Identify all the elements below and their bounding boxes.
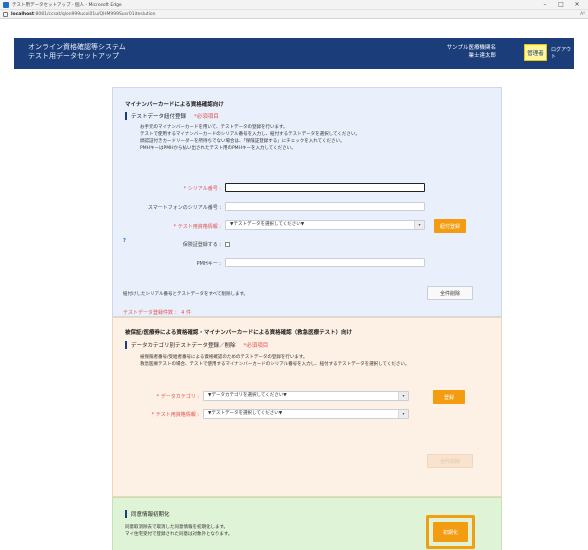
section-insurance-card: 被保証/医療券による資格確認・マイナンバーカードによる資格確認（救急医療テスト）… xyxy=(112,317,502,497)
role-badge: 管理者 xyxy=(524,44,547,61)
subsection-title: テストデータ紐付登録 *必須項目 xyxy=(125,112,219,120)
section-title: 被保証/医療券による資格確認・マイナンバーカードによる資格確認（救急医療テスト）… xyxy=(125,330,353,336)
subsection-title: データカテゴリ別テストデータ登録／削除 *必須項目 xyxy=(125,341,268,349)
test-data-select[interactable]: ▼テストデータを選択してください▼ ▾ xyxy=(203,409,409,419)
address-bar[interactable]: localhost:8081/ccsat/qlon999ucoi01u/QHM9… xyxy=(0,10,588,19)
browser-titlebar: テスト用データセットアップ - 個人 - Microsoft Edge – □ … xyxy=(0,0,588,10)
window-title: テスト用データセットアップ - 個人 - Microsoft Edge xyxy=(12,2,122,8)
pmh-key-input[interactable] xyxy=(225,258,425,267)
maximize-icon[interactable]: □ xyxy=(553,0,569,10)
edge-icon xyxy=(3,1,9,8)
test-data-label: * テスト用資格情報 : xyxy=(151,412,199,418)
delete-all-button[interactable]: 全件削除 xyxy=(427,286,473,300)
consent-reset-button[interactable]: 初期化 xyxy=(433,522,468,542)
app-header: オンライン資格確認等システム テスト用データセットアップ サンプル医療機関名 業… xyxy=(14,38,574,69)
serial-number-label: * シリアル番号 : xyxy=(183,186,221,192)
organization-name: サンプル医療機関名 業士達太郎 xyxy=(446,45,496,59)
test-data-select[interactable]: ▼テストデータを選択してください▼ ▾ xyxy=(225,220,425,230)
insurance-register-checkbox[interactable] xyxy=(225,242,230,247)
section-description: お手元のマイナンバーカードを用いて、テストデータの登録を行います。 テストで使用… xyxy=(140,125,360,151)
section-description: 被保険者番号/受給者番号による資格確認のためのテストデータの登録を行います。 救… xyxy=(140,355,410,367)
smartphone-serial-input[interactable] xyxy=(225,202,425,211)
subsection-title: 同意情報初期化 xyxy=(125,510,170,518)
url-text[interactable]: localhost:8081/ccsat/qlon999ucoi01u/QHM9… xyxy=(11,12,580,17)
minimize-icon[interactable]: – xyxy=(537,0,553,10)
registered-count: テストデータ登録件数 ： 4 件 xyxy=(123,310,191,316)
chevron-down-icon: ▾ xyxy=(414,221,424,229)
section-mynumber-card: マイナンバーカードによる資格確認向け テストデータ紐付登録 *必須項目 お手元のマ… xyxy=(112,87,502,317)
delete-all-note: 紐付けしたシリアル番号とテストデータをすべて削除します。 xyxy=(123,292,249,297)
section-description: 同意取消除去で取消した同意情報を初期化します。 マイ住宅受付で登録された同意は対… xyxy=(125,525,233,537)
category-register-button[interactable]: 登録 xyxy=(433,390,465,404)
data-category-label: * データカテゴリ : xyxy=(156,394,199,400)
smartphone-serial-label: スマートフォンのシリアル番号 : xyxy=(147,205,221,211)
close-icon[interactable]: ✕ xyxy=(569,0,585,10)
site-info-icon[interactable] xyxy=(3,11,8,17)
serial-number-input[interactable] xyxy=(225,183,425,192)
section-consent-reset: 同意情報初期化 同意取消除去で取消した同意情報を初期化します。 マイ住宅受付で登… xyxy=(112,497,502,550)
test-data-label: * テスト用資格情報 : xyxy=(173,224,221,230)
link-register-button[interactable]: 紐付登録 xyxy=(434,219,466,233)
chevron-down-icon: ▾ xyxy=(398,392,408,400)
data-category-select[interactable]: ▼データカテゴリを選択してください▼ ▾ xyxy=(203,391,409,401)
category-delete-button[interactable]: 全件削除 xyxy=(427,454,473,468)
main-panel: マイナンバーカードによる資格確認向け テストデータ紐付登録 *必須項目 お手元のマ… xyxy=(112,87,502,550)
logout-button[interactable]: ログアウト xyxy=(551,44,572,61)
pmh-key-label: PMHキー : xyxy=(196,261,221,267)
chevron-down-icon: ▾ xyxy=(398,410,408,418)
system-title: オンライン資格確認等システム テスト用データセットアップ xyxy=(28,43,126,60)
insurance-register-label: 保険証登録する : xyxy=(182,242,221,248)
reader-mode-icon[interactable]: A⁰ xyxy=(580,12,585,17)
section-title: マイナンバーカードによる資格確認向け xyxy=(125,102,224,108)
help-icon[interactable]: ? xyxy=(123,238,126,244)
